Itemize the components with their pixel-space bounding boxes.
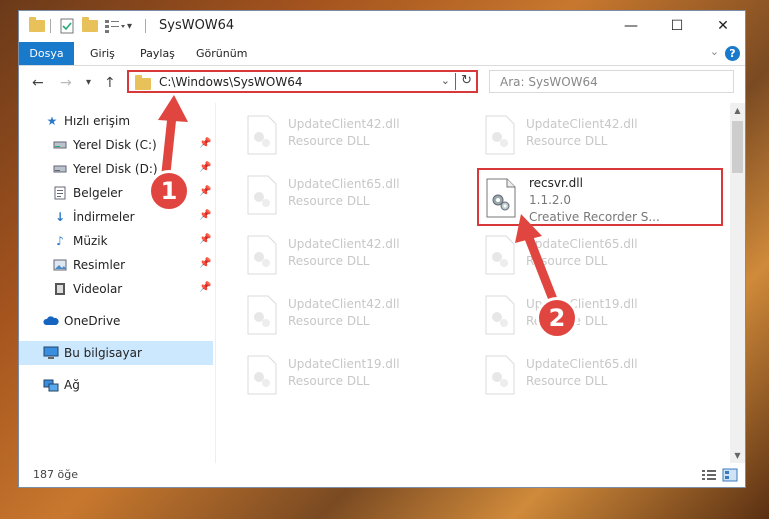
arrow-step-2 bbox=[524, 233, 559, 307]
step-badge-2: 2 bbox=[536, 297, 578, 339]
annotation-arrows bbox=[158, 95, 559, 307]
arrowhead-step-2 bbox=[515, 214, 542, 243]
step-badge-1: 1 bbox=[148, 170, 190, 212]
arrowhead-step-1 bbox=[158, 95, 188, 122]
